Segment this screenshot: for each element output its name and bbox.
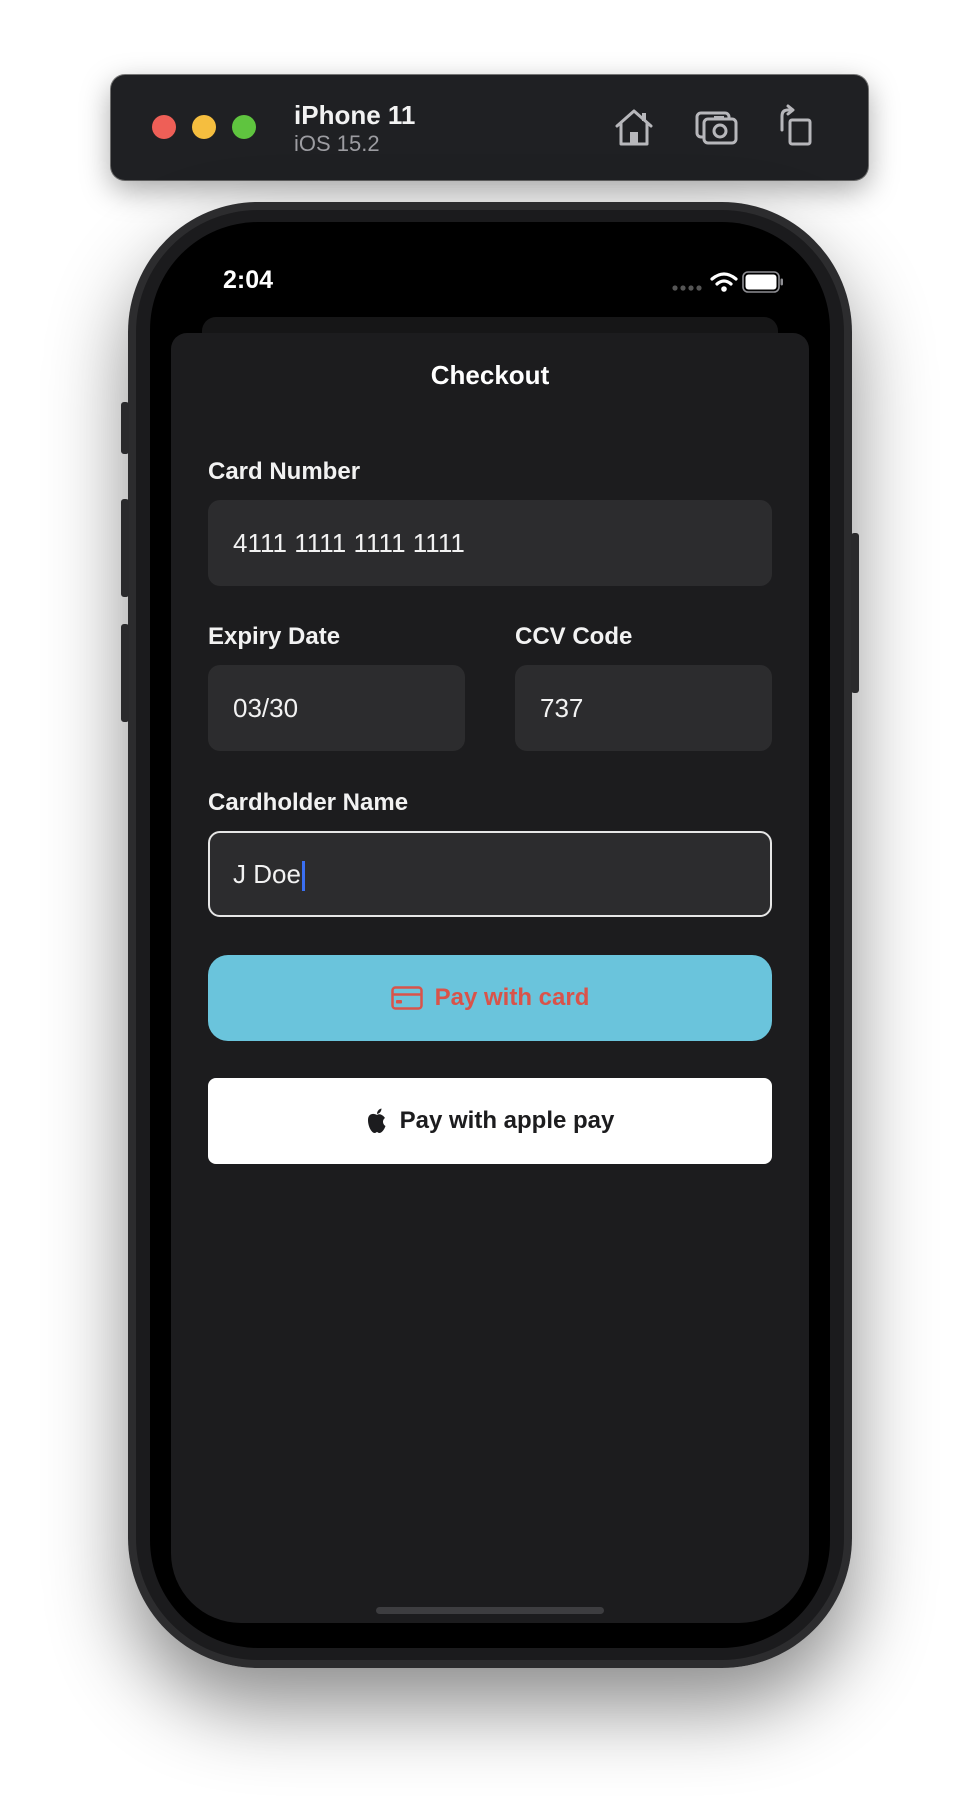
simulator-window: iPhone 11 iOS 15.2 2:04 Checkout Card Nu… — [0, 0, 980, 1818]
volume-down-button — [121, 624, 129, 722]
simulator-toolbar — [111, 75, 868, 180]
cardholder-name-value: J Doe — [233, 859, 301, 889]
device-name: iPhone 11 — [294, 100, 416, 130]
zoom-window-button[interactable] — [232, 115, 256, 139]
mute-switch — [121, 402, 129, 454]
battery-icon — [742, 271, 783, 293]
side-button — [851, 533, 859, 693]
signal-dots-icon — [672, 285, 702, 291]
cardholder-name-field[interactable]: J Doe — [208, 831, 772, 917]
expiry-date-field[interactable]: 03/30 — [208, 665, 465, 751]
status-time: 2:04 — [223, 266, 274, 294]
volume-up-button — [121, 499, 129, 597]
device-os-version: iOS 15.2 — [294, 131, 380, 156]
expiry-date-label: Expiry Date — [208, 623, 341, 650]
close-window-button[interactable] — [152, 115, 176, 139]
ccv-code-label: CCV Code — [515, 623, 633, 650]
sheet-title: Checkout — [430, 360, 550, 390]
expiry-date-value: 03/30 — [233, 693, 299, 723]
card-number-label: Card Number — [208, 458, 361, 485]
wifi-icon — [710, 272, 738, 292]
screenshot-icon[interactable] — [694, 104, 740, 150]
ccv-code-field[interactable]: 737 — [515, 665, 772, 751]
home-icon[interactable] — [611, 104, 657, 150]
ccv-code-value: 737 — [540, 693, 584, 723]
pay-with-apple-pay-button[interactable]: Pay with apple pay — [208, 1078, 772, 1164]
apple-logo-icon — [367, 1108, 386, 1133]
pay-with-apple-pay-label: Pay with apple pay — [399, 1107, 615, 1134]
home-indicator[interactable] — [376, 1607, 604, 1614]
minimize-window-button[interactable] — [192, 115, 216, 139]
card-number-field[interactable]: 4111 1111 1111 1111 — [208, 500, 772, 586]
rotate-icon[interactable] — [774, 104, 820, 150]
card-number-value: 4111 1111 1111 1111 — [233, 528, 465, 558]
text-caret — [301, 861, 305, 892]
pay-with-card-label: Pay with card — [434, 984, 590, 1011]
pay-with-card-button[interactable]: Pay with card — [208, 955, 772, 1041]
cardholder-name-label: Cardholder Name — [208, 789, 409, 816]
credit-card-icon — [390, 986, 423, 1010]
